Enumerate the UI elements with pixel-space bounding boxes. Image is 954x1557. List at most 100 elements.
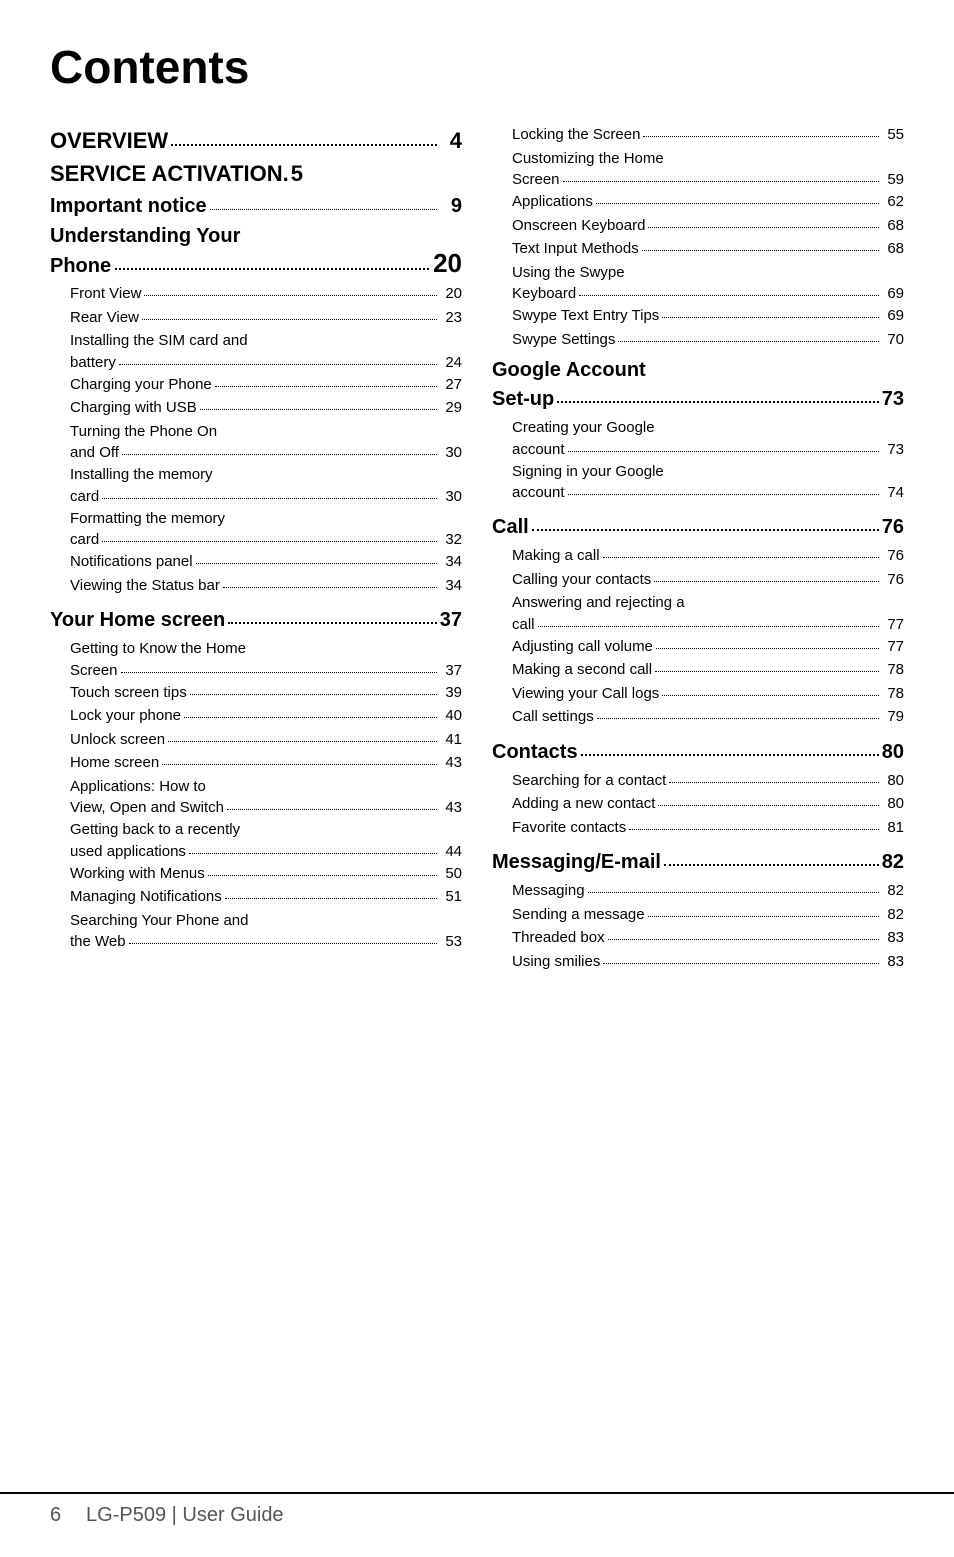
call-settings-label: Call settings (512, 706, 594, 727)
home-screen-dots (228, 622, 437, 624)
toc-working-menus: Working with Menus 50 (50, 863, 462, 886)
locking-screen-dots (643, 136, 879, 137)
memory-card-line1: Installing the memory (70, 464, 462, 486)
footer-page-number: 6 (50, 1504, 61, 1527)
onscreen-keyboard-number: 68 (882, 215, 904, 238)
notifications-dots (196, 563, 437, 564)
favorite-contacts-label: Favorite contacts (512, 817, 626, 838)
sending-message-label: Sending a message (512, 904, 645, 925)
toc-swype-settings: Swype Settings 70 (492, 329, 904, 352)
messaging-sub-dots (588, 892, 879, 893)
toc-call-settings: Call settings 79 (492, 706, 904, 729)
toc-getting-back: Getting back to a recently used applicat… (50, 819, 462, 863)
call-logs-number: 78 (882, 683, 904, 706)
toc-text-input: Text Input Methods 68 (492, 238, 904, 261)
customizing-number: 59 (882, 169, 904, 191)
calling-contacts-label: Calling your contacts (512, 569, 651, 590)
locking-screen-label: Locking the Screen (512, 124, 640, 145)
footer-product-name: LG-P509 (86, 1504, 166, 1526)
messaging-sub-label: Messaging (512, 880, 585, 901)
status-bar-number: 34 (440, 575, 462, 598)
toc-google-account: Google Account (492, 359, 904, 382)
toc-favorite-contacts: Favorite contacts 81 (492, 817, 904, 840)
memory-card-number: 30 (440, 486, 462, 508)
answering-line2: call 77 (512, 614, 904, 636)
call-number: 76 (882, 512, 904, 542)
getting-back-line1: Getting back to a recently (70, 819, 462, 841)
creating-google-label2: account (512, 439, 565, 461)
working-menus-number: 50 (440, 863, 462, 886)
unlock-screen-dots (168, 741, 437, 742)
lock-phone-label: Lock your phone (70, 705, 181, 726)
applications-dots (596, 203, 879, 204)
toc-sim-card: Installing the SIM card and battery 24 (50, 330, 462, 374)
memory-card-line2: card 30 (70, 486, 462, 508)
answering-line1: Answering and rejecting a (512, 592, 904, 614)
sending-message-dots (648, 916, 879, 917)
footer-product: LG-P509 | User Guide (86, 1504, 284, 1527)
right-column: Locking the Screen 55 Customizing the Ho… (492, 124, 904, 974)
contacts-label: Contacts (492, 738, 578, 766)
front-view-label: Front View (70, 283, 141, 304)
applications-number: 62 (882, 191, 904, 214)
text-input-label: Text Input Methods (512, 238, 639, 259)
messaging-number: 82 (882, 847, 904, 877)
left-column: OVERVIEW 4 SERVICE ACTIVATION. 5 Importa… (50, 124, 462, 953)
call-settings-dots (597, 718, 879, 719)
sim-card-line2: battery 24 (70, 352, 462, 374)
add-contact-number: 80 (882, 793, 904, 816)
turning-on-label2: and Off (70, 442, 119, 464)
phone-dots (115, 268, 429, 270)
call-settings-number: 79 (882, 706, 904, 729)
getting-back-number: 44 (440, 841, 462, 863)
rear-view-label: Rear View (70, 307, 139, 328)
understanding-label: Understanding Your (50, 225, 240, 248)
toc-calling-contacts: Calling your contacts 76 (492, 569, 904, 592)
swype-tips-label: Swype Text Entry Tips (512, 305, 659, 326)
home-screen-sub-dots (162, 764, 437, 765)
google-account-label: Google Account (492, 359, 646, 381)
second-call-label: Making a second call (512, 659, 652, 680)
toc-customizing: Customizing the Home Screen 59 (492, 148, 904, 192)
text-input-number: 68 (882, 238, 904, 261)
customizing-line1: Customizing the Home (512, 148, 904, 170)
favorite-contacts-dots (629, 829, 879, 830)
toc-applications-how: Applications: How to View, Open and Swit… (50, 776, 462, 820)
getting-know-label2: Screen (70, 660, 118, 682)
making-call-number: 76 (882, 545, 904, 568)
swype-keyboard-label2: Keyboard (512, 283, 576, 305)
toc-creating-google: Creating your Google account 73 (492, 417, 904, 461)
threaded-box-number: 83 (882, 927, 904, 950)
applications-label: Applications (512, 191, 593, 212)
swype-keyboard-number: 69 (882, 283, 904, 305)
touch-tips-label: Touch screen tips (70, 682, 187, 703)
home-screen-label: Your Home screen (50, 606, 225, 634)
call-volume-number: 77 (882, 636, 904, 659)
toc-rear-view: Rear View 23 (50, 307, 462, 330)
signing-google-number: 74 (882, 482, 904, 504)
status-bar-dots (223, 587, 437, 588)
important-notice-label: Important notice (50, 192, 207, 220)
apps-how-dots (227, 809, 437, 810)
turning-on-line2: and Off 30 (70, 442, 462, 464)
making-call-dots (603, 557, 879, 558)
footer: 6 LG-P509 | User Guide (0, 1492, 954, 1527)
important-notice-dots (210, 209, 437, 210)
turning-on-line1: Turning the Phone On (70, 421, 462, 443)
toc-searching: Searching Your Phone and the Web 53 (50, 910, 462, 954)
setup-number: 73 (882, 384, 904, 414)
memory-card-dots (102, 498, 437, 499)
home-screen-sub-label: Home screen (70, 752, 159, 773)
getting-know-line2: Screen 37 (70, 660, 462, 682)
apps-how-line1: Applications: How to (70, 776, 462, 798)
toc-setup: Set-up 73 (492, 384, 904, 414)
charging-phone-number: 27 (440, 374, 462, 397)
toc-charging-usb: Charging with USB 29 (50, 397, 462, 420)
rear-view-dots (142, 319, 437, 320)
call-label: Call (492, 513, 529, 541)
charging-usb-number: 29 (440, 397, 462, 420)
getting-back-dots (189, 853, 437, 854)
apps-how-number: 43 (440, 797, 462, 819)
getting-know-dots (121, 672, 437, 673)
page-container: Contents OVERVIEW 4 SERVICE ACTIVATION. … (0, 0, 954, 1557)
